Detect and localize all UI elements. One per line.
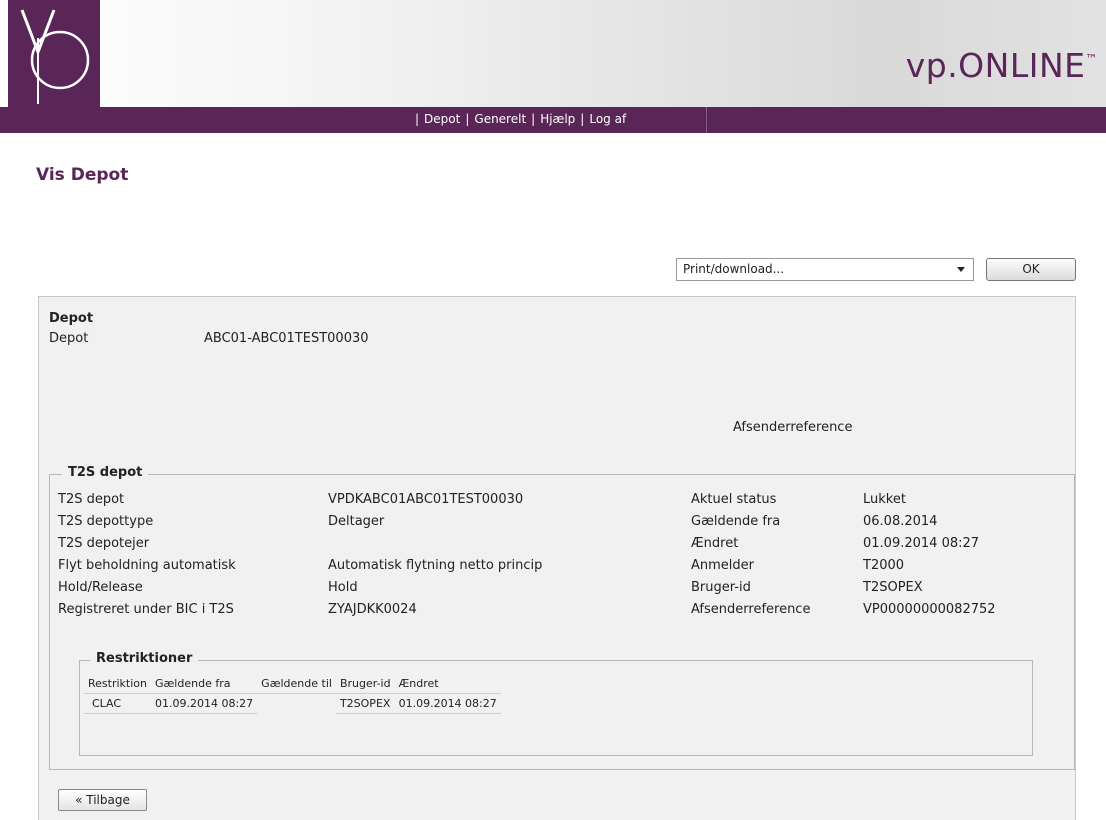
t2s-label: T2S depotejer: [58, 536, 150, 551]
nav-item-generelt[interactable]: Generelt: [474, 112, 526, 126]
column-header: Gældende fra: [150, 675, 258, 694]
t2s-label: T2S depottype: [58, 514, 154, 529]
nav-item-depot[interactable]: Depot: [424, 112, 460, 126]
vp-logo: [8, 0, 100, 107]
t2s-value: 01.09.2014 08:27: [863, 536, 980, 551]
table-cell: T2SOPEX: [335, 693, 395, 714]
t2s-value: ZYAJDKK0024: [328, 602, 417, 617]
t2s-label: Hold/Release: [58, 580, 143, 595]
depot-panel: Depot Depot ABC01-ABC01TEST00030 Afsende…: [38, 296, 1076, 820]
t2s-label: T2S depot: [58, 492, 125, 507]
brand-trademark: ™: [1085, 52, 1098, 66]
t2s-value: Deltager: [328, 514, 385, 529]
t2s-label: Gældende fra: [691, 514, 781, 529]
table-header-row: Restriktion Gældende fra Gældende til Br…: [84, 675, 501, 694]
table-cell: 01.09.2014 08:27: [150, 693, 258, 714]
depot-section-title: Depot: [49, 311, 94, 326]
nav-item-log-af[interactable]: Log af: [589, 112, 626, 126]
t2s-value: T2000: [863, 558, 905, 573]
main-nav: | Depot | Generelt | Hjælp | Log af: [415, 112, 627, 126]
page-title: Vis Depot: [36, 165, 129, 185]
t2s-label: Afsenderreference: [691, 602, 811, 617]
table-cell: [257, 694, 336, 714]
t2s-value: VPDKABC01ABC01TEST00030: [328, 492, 524, 507]
depot-label: Depot: [49, 331, 89, 346]
column-header: Bruger-id: [335, 675, 395, 694]
t2s-value: T2SOPEX: [863, 580, 923, 595]
restriktioner-fieldset: Restriktioner Restriktion Gældende fra G…: [79, 651, 1033, 756]
t2s-value: VP00000000082752: [863, 602, 996, 617]
t2s-depot-legend: T2S depot: [62, 465, 149, 480]
t2s-value: Lukket: [863, 492, 906, 507]
brand-title: vp.ONLINE™: [906, 46, 1098, 85]
column-header: Ændret: [394, 675, 501, 694]
table-cell: 01.09.2014 08:27: [394, 693, 501, 714]
print-download-select[interactable]: Print/download...: [676, 258, 974, 281]
t2s-label: Flyt beholdning automatisk: [58, 558, 236, 573]
nav-item-hjaelp[interactable]: Hjælp: [540, 112, 575, 126]
restriktioner-legend: Restriktioner: [90, 651, 199, 666]
t2s-label: Ændret: [691, 536, 739, 551]
column-header: Restriktion: [84, 675, 151, 694]
t2s-label: Bruger-id: [691, 580, 751, 595]
brand-name: vp.ONLINE: [905, 46, 1086, 85]
depot-value: ABC01-ABC01TEST00030: [204, 331, 369, 346]
table-row: CLAC 01.09.2014 08:27 T2SOPEX 01.09.2014…: [84, 693, 501, 714]
nav-bar: | Depot | Generelt | Hjælp | Log af: [0, 107, 1106, 133]
print-download-value: Print/download...: [683, 262, 785, 276]
column-header: Gældende til: [257, 675, 336, 694]
t2s-label: Aktuel status: [691, 492, 777, 507]
t2s-label: Registreret under BIC i T2S: [58, 602, 234, 617]
table-cell: CLAC: [84, 693, 151, 714]
t2s-label: Anmelder: [691, 558, 755, 573]
t2s-value: Hold: [328, 580, 358, 595]
back-button[interactable]: « Tilbage: [58, 789, 147, 811]
restrictions-table: Restriktion Gældende fra Gældende til Br…: [84, 675, 501, 714]
t2s-depot-fieldset: T2S depot T2S depot VPDKABC01ABC01TEST00…: [49, 465, 1075, 770]
t2s-value: 06.08.2014: [863, 514, 938, 529]
ok-button[interactable]: OK: [986, 258, 1076, 281]
t2s-value: Automatisk flytning netto princip: [328, 558, 543, 573]
chevron-down-icon: [957, 267, 965, 272]
afsenderreference-heading: Afsenderreference: [733, 420, 853, 435]
nav-divider: [706, 107, 707, 133]
header-bar: vp.ONLINE™: [0, 0, 1106, 107]
